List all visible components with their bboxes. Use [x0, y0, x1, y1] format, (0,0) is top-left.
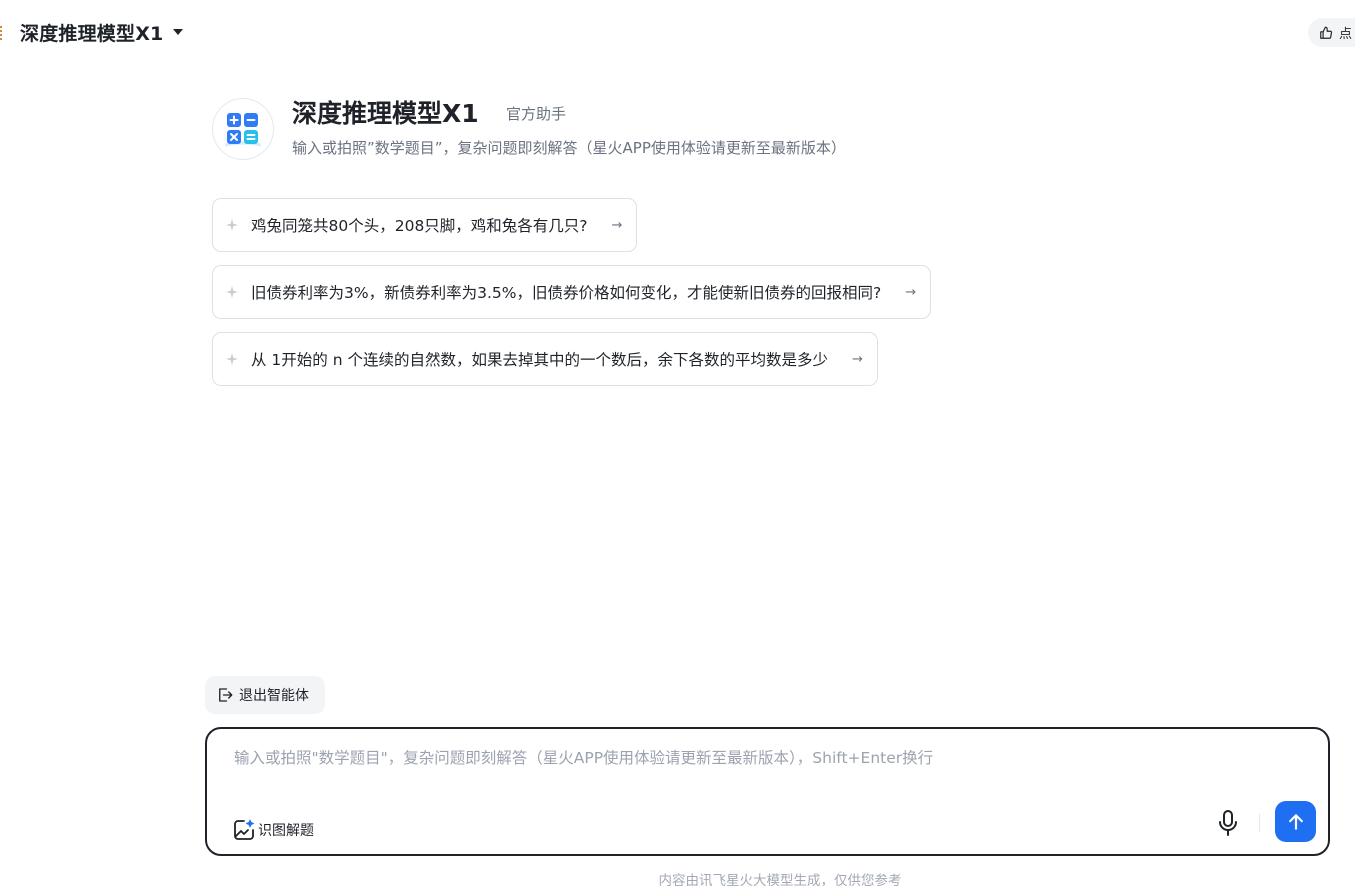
send-button[interactable] [1275, 801, 1316, 842]
microphone-button[interactable] [1214, 807, 1242, 839]
arrow-right-icon: → [905, 284, 917, 300]
image-sparkle-icon [234, 819, 254, 840]
microphone-icon [1219, 810, 1237, 836]
exit-agent-button[interactable]: 退出智能体 [205, 676, 325, 714]
chat-input[interactable] [234, 746, 1194, 776]
caret-down-icon [173, 29, 184, 35]
arrow-right-icon: → [611, 217, 623, 233]
image-solve-button[interactable]: 识图解题 [232, 817, 314, 843]
like-label: 点 [1339, 27, 1353, 42]
chat-composer: 识图解题 [205, 727, 1330, 856]
sidebar-edge-handle[interactable] [0, 26, 3, 40]
image-solve-label: 识图解题 [258, 823, 314, 839]
arrow-up-icon [1288, 813, 1303, 830]
exit-agent-label: 退出智能体 [239, 688, 309, 704]
thumbs-up-icon [1320, 26, 1333, 39]
suggestion-item[interactable]: 鸡兔同笼共80个头，208只脚，鸡和兔各有几只? → [212, 198, 638, 252]
arrow-right-icon: → [851, 351, 863, 367]
suggestion-item[interactable]: 从 1开始的 n 个连续的自然数，如果去掉其中的一个数后，余下各数的平均数是多少… [212, 332, 878, 386]
model-selector[interactable]: 深度推理模型X1 [20, 18, 184, 46]
agent-title: 深度推理模型X1 [292, 99, 479, 128]
suggestion-text: 鸡兔同笼共80个头，208只脚，鸡和兔各有几只? [251, 217, 588, 235]
sparkle-icon [225, 352, 239, 366]
composer-divider [1259, 814, 1260, 832]
suggestion-text: 从 1开始的 n 个连续的自然数，如果去掉其中的一个数后，余下各数的平均数是多少 [251, 351, 828, 369]
ai-disclaimer: 内容由讯飞星火大模型生成，仅供您参考 [658, 873, 902, 886]
sparkle-icon [225, 218, 239, 232]
suggestion-text: 旧债券利率为3%，新债券利率为3.5%，旧债券价格如何变化，才能使新旧债券的回报… [251, 284, 882, 302]
agent-intro: 深度推理模型X1 官方助手 输入或拍照”数学题目”，复杂问题即刻解答（星火APP… [212, 96, 1012, 160]
exit-icon [219, 688, 233, 702]
agent-tag: 官方助手 [506, 105, 567, 123]
like-button[interactable]: 点 [1308, 18, 1355, 47]
agent-avatar [212, 98, 274, 160]
model-name: 深度推理模型X1 [20, 22, 164, 45]
sparkle-icon [225, 285, 239, 299]
agent-description: 输入或拍照”数学题目”，复杂问题即刻解答（星火APP使用体验请更新至最新版本） [292, 139, 846, 157]
top-bar: 深度推理模型X1 点 [0, 0, 1355, 64]
calculator-icon [224, 113, 262, 147]
suggestion-item[interactable]: 旧债券利率为3%，新债券利率为3.5%，旧债券价格如何变化，才能使新旧债券的回报… [212, 265, 932, 319]
